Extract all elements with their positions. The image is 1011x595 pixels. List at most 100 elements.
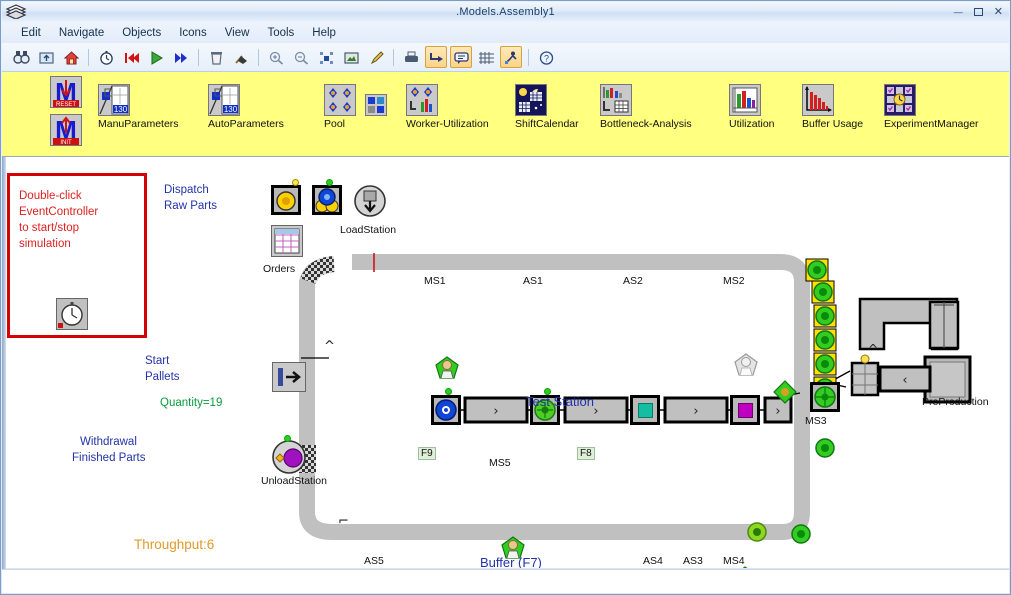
menu-view[interactable]: View xyxy=(216,25,259,41)
label-throughput: Throughput:6 xyxy=(134,537,215,552)
zoom-out-icon[interactable] xyxy=(290,46,312,68)
station-loadstation-label: LoadStation xyxy=(340,224,397,236)
orders-table-icon[interactable] xyxy=(271,225,303,257)
station-ms3-label: MS3 xyxy=(805,415,827,427)
broom-icon[interactable] xyxy=(230,46,252,68)
play-icon[interactable] xyxy=(145,46,167,68)
station-ms5-label: MS5 xyxy=(489,457,511,469)
label-start-pallets-2: Pallets xyxy=(145,371,180,383)
menu-bar: Edit Navigate Objects Icons View Tools H… xyxy=(2,22,1009,43)
shift-calendar[interactable]: ShiftCalendar xyxy=(515,84,579,130)
label-test-station: Test Station xyxy=(526,394,594,409)
dispatch-source[interactable] xyxy=(271,179,301,215)
utilization-label: Utilization xyxy=(729,118,775,130)
shift-calendar-label: ShiftCalendar xyxy=(515,118,579,130)
reset-icon[interactable] xyxy=(120,46,142,68)
dispatch-buffer[interactable] xyxy=(312,179,342,215)
status-dot xyxy=(284,435,291,442)
picture-icon[interactable] xyxy=(340,46,362,68)
manu-parameters[interactable]: 130 ManuParameters xyxy=(98,84,179,130)
toolbar-separator xyxy=(258,48,259,66)
label-dispatch-2: Raw Parts xyxy=(164,200,218,212)
worker-icon[interactable] xyxy=(434,356,460,380)
status-dot xyxy=(445,388,452,395)
worker-utilization[interactable]: Worker-Utilization xyxy=(406,84,489,130)
print-icon[interactable] xyxy=(400,46,422,68)
start-pallets-source[interactable] xyxy=(272,362,306,392)
path-icon[interactable] xyxy=(500,46,522,68)
toolbar: ? xyxy=(2,43,1009,72)
application-window: .Models.Assembly1 — ✕ Edit Navigate Obje… xyxy=(0,0,1011,595)
unloadstation-icon[interactable] xyxy=(272,435,306,474)
status-dot xyxy=(326,179,333,186)
left-scroll-rail[interactable] xyxy=(2,157,6,569)
station-ms4-label: MS4 xyxy=(723,555,745,567)
experiment-manager[interactable]: ExperimentManager xyxy=(884,84,979,130)
menu-objects[interactable]: Objects xyxy=(113,25,170,41)
menu-tools[interactable]: Tools xyxy=(258,25,303,41)
pool[interactable]: Pool xyxy=(324,84,356,130)
station-as3-label: AS3 xyxy=(683,555,703,567)
connector-icon[interactable] xyxy=(425,46,447,68)
machine-ms1[interactable] xyxy=(431,388,461,425)
as2-core xyxy=(638,403,653,418)
menu-icons[interactable]: Icons xyxy=(170,25,216,41)
binoculars-icon[interactable] xyxy=(10,46,32,68)
bottleneck-analysis[interactable]: Bottleneck-Analysis xyxy=(600,84,692,130)
pool-secondary-icon[interactable] xyxy=(365,94,387,116)
label-withdrawal: Withdrawal xyxy=(80,436,137,448)
grid-icon[interactable] xyxy=(475,46,497,68)
model-icon-bar: M RESET M INIT 130 ManuParameters 130 Au… xyxy=(2,72,1009,157)
status-bar xyxy=(2,569,1009,593)
machine-as2[interactable] xyxy=(630,395,660,425)
toolbar-separator xyxy=(88,48,89,66)
worker-utilization-label: Worker-Utilization xyxy=(406,118,489,130)
ms2-core xyxy=(738,403,753,418)
status-dot xyxy=(292,179,299,186)
svg-text:130: 130 xyxy=(224,105,238,114)
home-icon[interactable] xyxy=(60,46,82,68)
minimize-button[interactable]: — xyxy=(954,7,963,17)
zoom-in-icon[interactable] xyxy=(265,46,287,68)
help-icon[interactable]: ? xyxy=(535,46,557,68)
title-bar: .Models.Assembly1 — ✕ xyxy=(2,2,1009,22)
auto-parameters[interactable]: 130 AutoParameters xyxy=(208,84,284,130)
label-start-pallets: Start xyxy=(145,355,170,367)
svg-text:130: 130 xyxy=(114,105,128,114)
station-preproduction-label: PreProduction xyxy=(922,396,989,408)
badge-f8: F8 xyxy=(577,447,595,460)
loadstation-icon[interactable] xyxy=(354,185,386,217)
init-button[interactable]: M INIT xyxy=(50,114,82,146)
pool-label: Pool xyxy=(324,118,346,130)
menu-edit[interactable]: Edit xyxy=(12,25,50,41)
buffer-usage[interactable]: Buffer Usage xyxy=(802,84,863,130)
bottleneck-analysis-label: Bottleneck-Analysis xyxy=(600,118,692,130)
utilization[interactable]: Utilization xyxy=(729,84,775,130)
event-controller-icon[interactable] xyxy=(95,46,117,68)
window-buttons: — ✕ xyxy=(954,7,1003,18)
pencil-icon[interactable] xyxy=(365,46,387,68)
menu-help[interactable]: Help xyxy=(303,25,345,41)
station-unloadstation-label: UnloadStation xyxy=(261,475,327,487)
experiment-manager-label: ExperimentManager xyxy=(884,118,979,130)
worker-icon-idle[interactable] xyxy=(733,353,759,377)
fast-forward-icon[interactable] xyxy=(170,46,192,68)
machine-ms3[interactable] xyxy=(810,382,840,412)
menu-navigate[interactable]: Navigate xyxy=(50,25,113,41)
station-as1-label: AS1 xyxy=(523,275,543,287)
maximize-button[interactable] xyxy=(973,8,983,16)
reset-button[interactable]: M RESET xyxy=(50,76,82,108)
machine-ms2[interactable] xyxy=(730,395,760,425)
delete-icon[interactable] xyxy=(205,46,227,68)
badge-f9: F9 xyxy=(418,447,436,460)
select-all-icon[interactable] xyxy=(315,46,337,68)
close-button[interactable]: ✕ xyxy=(994,7,1003,18)
open-folder-up-icon[interactable] xyxy=(35,46,57,68)
toolbar-separator xyxy=(528,48,529,66)
comment-icon[interactable] xyxy=(450,46,472,68)
toolbar-separator xyxy=(393,48,394,66)
model-canvas[interactable]: Double-click EventController to start/st… xyxy=(2,157,1009,568)
label-withdrawal-2: Finished Parts xyxy=(72,452,146,464)
station-as4-label: AS4 xyxy=(643,555,663,567)
buffer-usage-label: Buffer Usage xyxy=(802,118,864,130)
